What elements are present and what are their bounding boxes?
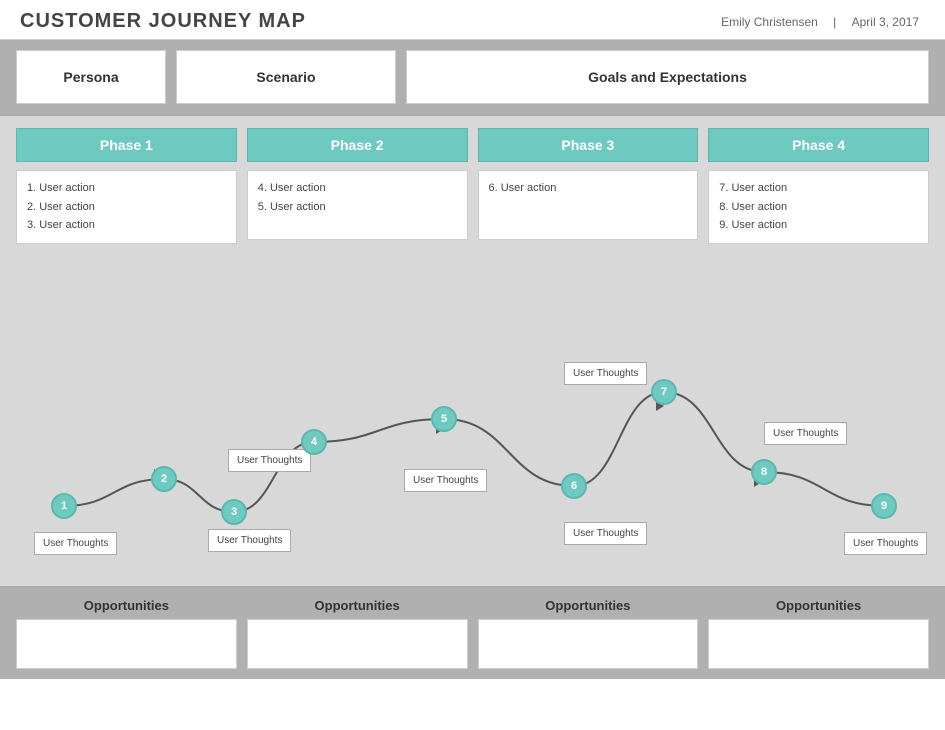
- thought-bubble-5: User Thoughts: [564, 362, 647, 385]
- date-label: April 3, 2017: [852, 15, 919, 29]
- phase-actions-4: 7. User action8. User action9. User acti…: [708, 170, 929, 244]
- opportunity-box-3: [478, 619, 699, 669]
- author-name: Emily Christensen: [721, 15, 818, 29]
- journey-node-3: 3: [221, 499, 247, 525]
- goals-label: Goals and Expectations: [588, 69, 747, 85]
- phase-header-4: Phase 4: [708, 128, 929, 162]
- opportunity-col-3: Opportunities: [478, 598, 699, 669]
- thought-bubble-6: User Thoughts: [564, 522, 647, 545]
- phase-header-2: Phase 2: [247, 128, 468, 162]
- thought-bubble-4: User Thoughts: [404, 469, 487, 492]
- thought-bubble-3: User Thoughts: [208, 529, 291, 552]
- journey-node-5: 5: [431, 406, 457, 432]
- header-meta: Emily Christensen | April 3, 2017: [715, 15, 925, 29]
- thought-bubble-1: User Thoughts: [34, 532, 117, 555]
- action-item: 3. User action: [27, 216, 226, 235]
- phase-actions-2: 4. User action5. User action: [247, 170, 468, 240]
- top-section: Persona Scenario Goals and Expectations: [0, 40, 945, 116]
- action-item: 8. User action: [719, 198, 918, 217]
- phase-header-1: Phase 1: [16, 128, 237, 162]
- phases-row: Phase 1 1. User action2. User action3. Us…: [16, 128, 929, 244]
- phase-actions-1: 1. User action2. User action3. User acti…: [16, 170, 237, 244]
- meta-separator: |: [833, 15, 836, 29]
- page-title: CUSTOMER JOURNEY MAP: [20, 10, 306, 33]
- opportunity-label-3: Opportunities: [545, 598, 630, 613]
- action-item: 5. User action: [258, 198, 457, 217]
- persona-label: Persona: [63, 69, 118, 85]
- journey-node-4: 4: [301, 429, 327, 455]
- phase-col-4: Phase 4 7. User action8. User action9. Us…: [708, 128, 929, 244]
- opportunity-col-2: Opportunities: [247, 598, 468, 669]
- opportunity-label-2: Opportunities: [315, 598, 400, 613]
- scenario-card: Scenario: [176, 50, 396, 104]
- journey-node-1: 1: [51, 493, 77, 519]
- action-item: 7. User action: [719, 179, 918, 198]
- opportunity-box-1: [16, 619, 237, 669]
- phase-header-3: Phase 3: [478, 128, 699, 162]
- thought-bubble-7: User Thoughts: [764, 422, 847, 445]
- opportunity-box-2: [247, 619, 468, 669]
- opportunity-label-1: Opportunities: [84, 598, 169, 613]
- header: CUSTOMER JOURNEY MAP Emily Christensen |…: [0, 0, 945, 40]
- journey-node-9: 9: [871, 493, 897, 519]
- opportunity-col-1: Opportunities: [16, 598, 237, 669]
- goals-card: Goals and Expectations: [406, 50, 929, 104]
- thought-bubble-8: User Thoughts: [844, 532, 927, 555]
- phase-col-1: Phase 1 1. User action2. User action3. Us…: [16, 128, 237, 244]
- journey-node-7: 7: [651, 379, 677, 405]
- persona-card: Persona: [16, 50, 166, 104]
- bottom-section: Opportunities Opportunities Opportunities O…: [0, 586, 945, 679]
- phase-actions-3: 6. User action: [478, 170, 699, 240]
- action-item: 1. User action: [27, 179, 226, 198]
- action-item: 9. User action: [719, 216, 918, 235]
- journey-section: Phase 1 1. User action2. User action3. Us…: [0, 116, 945, 586]
- action-item: 6. User action: [489, 179, 688, 198]
- journey-node-6: 6: [561, 473, 587, 499]
- journey-graph: User Thoughts User Thoughts User Thoughts U…: [16, 254, 929, 574]
- journey-path-svg: [16, 254, 929, 574]
- phase-col-3: Phase 3 6. User action: [478, 128, 699, 244]
- action-item: 4. User action: [258, 179, 457, 198]
- journey-node-2: 2: [151, 466, 177, 492]
- action-item: 2. User action: [27, 198, 226, 217]
- opportunity-col-4: Opportunities: [708, 598, 929, 669]
- opportunity-label-4: Opportunities: [776, 598, 861, 613]
- scenario-label: Scenario: [256, 69, 315, 85]
- opportunity-box-4: [708, 619, 929, 669]
- thought-bubble-2: User Thoughts: [228, 449, 311, 472]
- journey-node-8: 8: [751, 459, 777, 485]
- journey-line: [64, 392, 884, 512]
- phase-col-2: Phase 2 4. User action5. User action: [247, 128, 468, 244]
